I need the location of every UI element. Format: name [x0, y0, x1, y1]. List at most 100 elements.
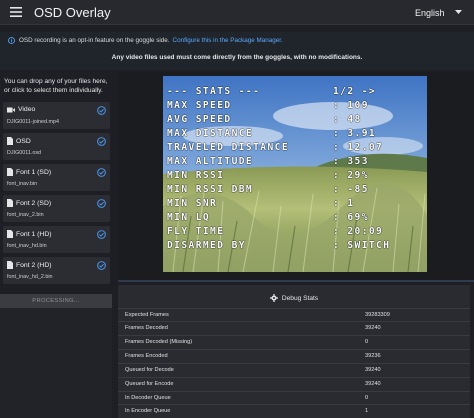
stat-key: Frames Decoded: [125, 325, 168, 331]
font-file-icon: [7, 230, 13, 238]
stat-value: 0: [365, 395, 369, 401]
table-row: Expected Frames 39283309: [118, 308, 470, 321]
check-circle-icon: [97, 137, 106, 146]
stat-key: Queued for Encode: [125, 381, 174, 387]
osd-row-label: FLY TIME: [167, 226, 225, 237]
info-banner: OSD recording is an opt-in feature on th…: [0, 32, 474, 70]
osd-row-label: MIN LQ: [167, 212, 211, 223]
file-card-osd[interactable]: OSD DJIG0011.osd: [3, 133, 110, 160]
table-row: In Encoder Queue 1: [118, 404, 470, 417]
file-label: Video: [18, 106, 36, 113]
check-circle-icon: [97, 199, 106, 208]
osd-row-value: : 1: [333, 198, 355, 209]
package-manager-link[interactable]: Configure this in the Package Manager.: [173, 37, 283, 44]
osd-row-value: : 353: [333, 156, 369, 167]
osd-row-label: MIN RSSI: [167, 170, 225, 181]
section-divider: [118, 280, 474, 282]
stat-key: Frames Encoded: [125, 353, 168, 359]
osd-row-label: TRAVELED DISTANCE: [167, 142, 289, 153]
font-file-icon: [7, 168, 13, 176]
osd-row-label: DISARMED BY: [167, 240, 246, 251]
language-value: English: [415, 7, 445, 18]
debug-stats-panel: Debug Stats Expected Frames 39283309 Fra…: [118, 285, 470, 418]
stat-value: 1: [365, 408, 369, 414]
debug-stats-title: Debug Stats: [281, 294, 319, 302]
app-title: OSD Overlay: [34, 4, 111, 20]
chevron-down-icon: [455, 10, 462, 15]
osd-row-label: MIN SNR: [167, 198, 218, 209]
video-preview[interactable]: --- STATS --- 1/2 -> MAX SPEED : 109 AVG…: [163, 76, 427, 272]
osd-row-value: : 3.91: [333, 128, 377, 139]
app-bar: OSD Overlay English: [0, 0, 474, 25]
file-card-video[interactable]: Video DJIG0011-joined.mp4: [3, 102, 110, 129]
table-row: Queued for Decode 39240: [118, 363, 470, 376]
osd-row-label: MAX DISTANCE: [167, 128, 254, 139]
check-circle-icon: [97, 106, 106, 115]
info-icon: [8, 37, 15, 44]
file-card-font-1-hd[interactable]: Font 1 (HD) font_inav_hd.bin: [3, 226, 110, 253]
osd-row-value: : 12.07: [333, 142, 384, 153]
osd-row-label: MIN RSSI DBM: [167, 184, 254, 195]
scrollbar[interactable]: [470, 285, 474, 418]
osd-row-value: : 20:09: [333, 226, 384, 237]
stat-key: In Decoder Queue: [125, 395, 171, 401]
file-label: Font 1 (HD): [16, 230, 52, 238]
debug-stats-header: Debug Stats: [118, 291, 470, 305]
osd-row-value: : SWITCH: [333, 240, 391, 251]
drop-zone-hint[interactable]: You can drop any of your files here, or …: [4, 77, 112, 95]
gear-icon: [269, 294, 278, 302]
stat-value: 39240: [365, 367, 381, 373]
osd-stats-overlay: --- STATS --- 1/2 -> MAX SPEED : 109 AVG…: [163, 76, 427, 272]
osd-row-value: : 48: [333, 114, 362, 125]
processing-button[interactable]: PROCESSING...: [0, 294, 112, 308]
file-name: DJIG0011.osd: [7, 150, 42, 156]
stat-key: Expected Frames: [125, 312, 169, 318]
osd-row-label: MAX ALTITUDE: [167, 156, 254, 167]
osd-row-value: : 29%: [333, 170, 369, 181]
file-name: DJIG0011-joined.mp4: [7, 119, 60, 125]
stat-value: 0: [365, 339, 369, 345]
stat-value: 39283309: [365, 312, 390, 318]
osd-row-label: MAX SPEED: [167, 100, 232, 111]
stat-key: Frames Decoded (Missing): [125, 339, 193, 345]
file-name: font_inav_hd.bin: [7, 243, 47, 249]
file-label: Font 2 (SD): [16, 199, 52, 207]
menu-icon[interactable]: [4, 0, 28, 24]
stat-value: 39240: [365, 325, 381, 331]
table-row: Queued for Encode 39240: [118, 377, 470, 390]
video-icon: [7, 107, 15, 113]
file-icon: [7, 137, 13, 145]
font-file-icon: [7, 261, 13, 269]
table-row: Frames Decoded (Missing) 0: [118, 335, 470, 348]
check-circle-icon: [97, 261, 106, 270]
file-label: OSD: [16, 137, 31, 145]
stat-key: In Encoder Queue: [125, 408, 171, 414]
file-card-font-2-hd[interactable]: Font 2 (HD) font_inav_hd_2.bin: [3, 257, 110, 284]
file-card-font-1-sd[interactable]: Font 1 (SD) font_inav.bin: [3, 164, 110, 191]
table-row: Frames Decoded 39240: [118, 321, 470, 334]
osd-row-value: : 109: [333, 100, 369, 111]
file-name: font_inav_hd_2.bin: [7, 274, 53, 280]
osd-row-label: AVG SPEED: [167, 114, 232, 125]
file-name: font_inav_2.bin: [7, 212, 44, 218]
font-file-icon: [7, 199, 13, 207]
osd-row-value: : -85: [333, 184, 369, 195]
osd-row-value: 1/2 ->: [333, 86, 377, 97]
osd-row-value: : 69%: [333, 212, 369, 223]
check-circle-icon: [97, 230, 106, 239]
table-row: Frames Encoded 39236: [118, 349, 470, 362]
stat-key: Queued for Decode: [125, 367, 174, 373]
sidebar-footer: [0, 308, 112, 418]
stat-value: 39240: [365, 381, 381, 387]
info-message: OSD recording is an opt-in feature on th…: [19, 37, 170, 44]
info-note: Any video files used must come directly …: [111, 54, 363, 61]
check-circle-icon: [97, 168, 106, 177]
osd-row-label: --- STATS ---: [167, 86, 261, 97]
file-name: font_inav.bin: [7, 181, 38, 187]
table-row: In Decoder Queue 0: [118, 391, 470, 404]
stat-value: 39236: [365, 353, 381, 359]
language-select[interactable]: English: [411, 3, 466, 22]
file-label: Font 1 (SD): [16, 168, 52, 176]
file-label: Font 2 (HD): [16, 261, 52, 269]
file-card-font-2-sd[interactable]: Font 2 (SD) font_inav_2.bin: [3, 195, 110, 222]
